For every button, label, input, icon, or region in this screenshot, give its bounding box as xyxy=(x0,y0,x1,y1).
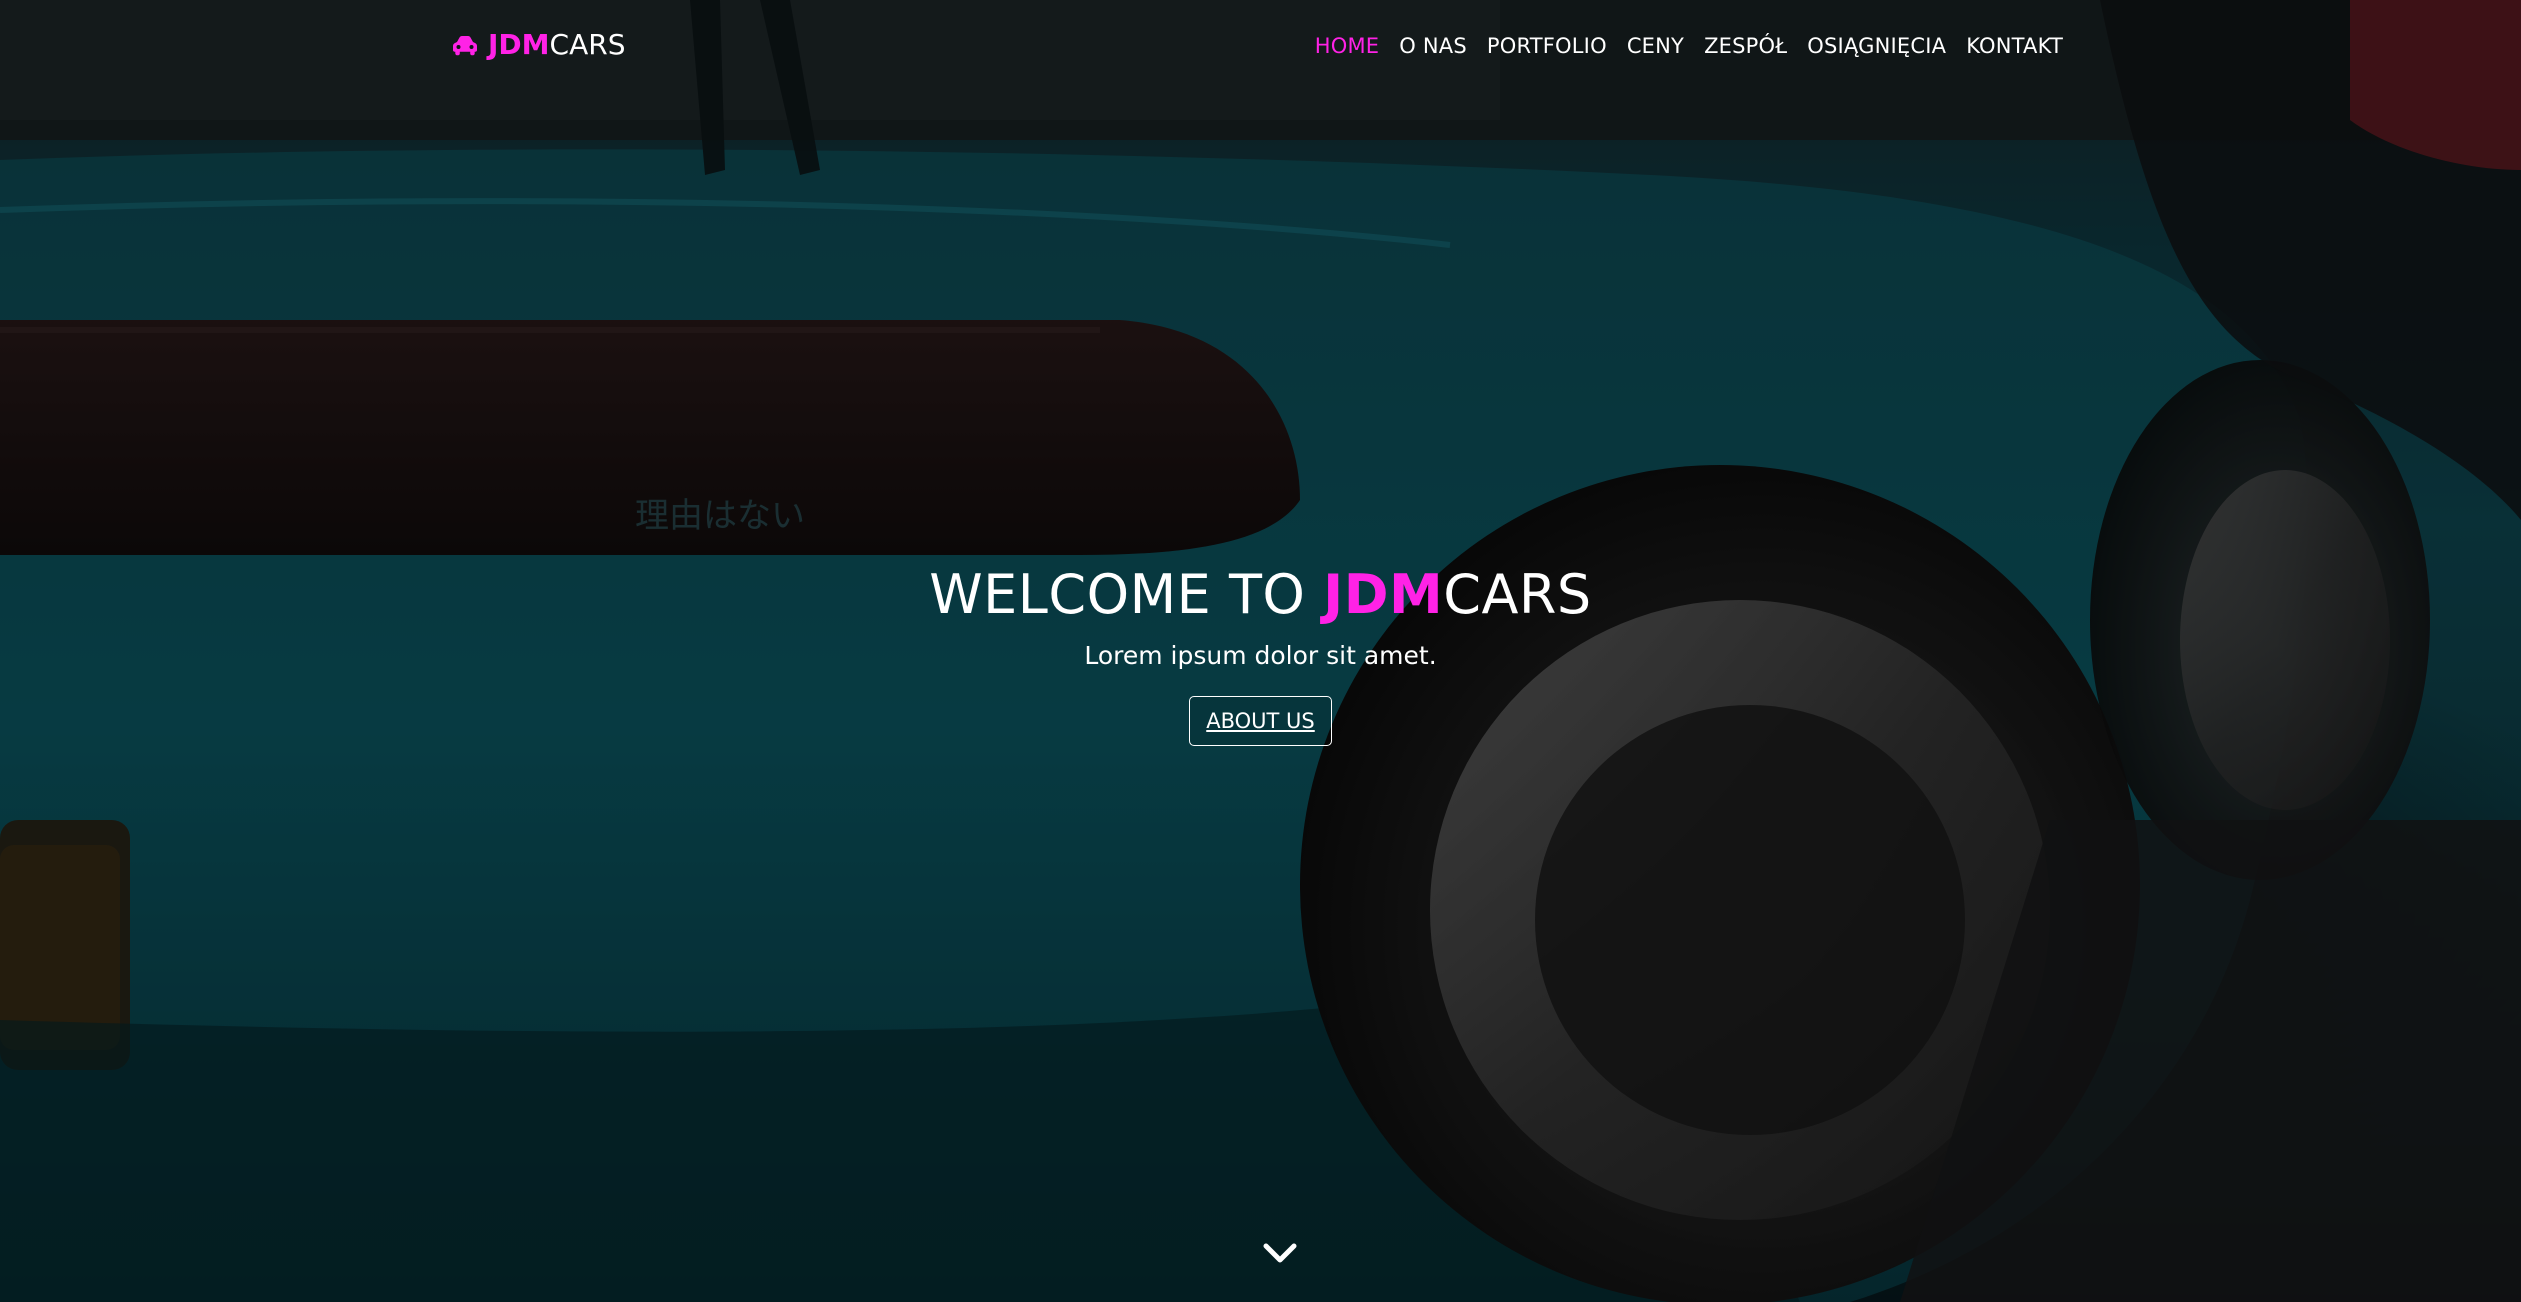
hero-subtitle: Lorem ipsum dolor sit amet. xyxy=(1084,641,1437,670)
nav-kontakt[interactable]: KONTAKT xyxy=(1966,34,2063,58)
brand-cars-text: CARS xyxy=(549,28,626,61)
brand-jdm-text: JDM xyxy=(488,28,550,61)
main-menu: HOME O NAS PORTFOLIO CENY ZESPÓŁ OSIĄGNI… xyxy=(1315,34,2063,58)
nav-osiagniecia[interactable]: OSIĄGNIĘCIA xyxy=(1807,34,1946,58)
nav-o-nas[interactable]: O NAS xyxy=(1399,34,1467,58)
hero-title-jdm: JDM xyxy=(1323,563,1444,626)
nav-ceny[interactable]: CENY xyxy=(1627,34,1684,58)
nav-home[interactable]: HOME xyxy=(1315,34,1380,58)
nav-zespol[interactable]: ZESPÓŁ xyxy=(1704,34,1787,58)
hero-title-prefix: WELCOME TO xyxy=(929,563,1324,626)
chevron-down-icon[interactable] xyxy=(1262,1238,1298,1268)
hero-title: WELCOME TO JDMCARS xyxy=(0,560,2521,630)
brand-logo[interactable]: JDMCARS xyxy=(452,28,625,61)
hero-content: WELCOME TO JDMCARS Lorem ipsum dolor sit… xyxy=(0,560,2521,746)
about-us-button[interactable]: ABOUT US xyxy=(1189,696,1332,746)
top-navigation: JDMCARS HOME O NAS PORTFOLIO CENY ZESPÓŁ… xyxy=(0,0,2521,98)
hero-title-cars: CARS xyxy=(1443,563,1592,626)
car-icon xyxy=(453,35,477,55)
hero-section: 理由はない JDMCARS HOME O NAS PORTFOLIO CENY … xyxy=(0,0,2521,1302)
nav-portfolio[interactable]: PORTFOLIO xyxy=(1487,34,1607,58)
